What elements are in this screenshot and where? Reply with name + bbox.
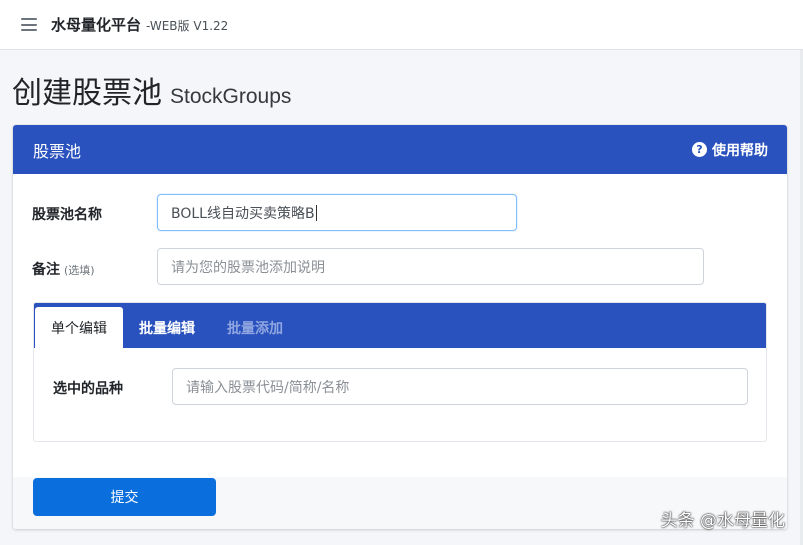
name-input[interactable]: BOLL线自动买卖策略B — [157, 194, 517, 231]
note-optional-hint: (选填) — [64, 264, 95, 277]
help-label: 使用帮助 — [712, 142, 768, 159]
note-input[interactable]: 请为您的股票池添加说明 — [157, 248, 704, 285]
text-caret — [315, 204, 317, 221]
watermark: 头条 @水母量化 — [660, 511, 785, 531]
top-navbar: 水母量化平台 -WEB版 V1.22 — [0, 0, 803, 50]
name-row: 股票池名称 — [32, 204, 102, 224]
tab-batch-add: 批量添加 — [227, 320, 283, 337]
page-title-sub: StockGroups — [170, 85, 292, 108]
stock-search-input[interactable]: 请输入股票代码/简称/名称 — [172, 368, 748, 405]
note-input-placeholder: 请为您的股票池添加说明 — [171, 259, 325, 276]
selected-items-label: 选中的品种 — [53, 381, 123, 397]
question-circle-icon: ? — [692, 142, 707, 157]
brand-version: -WEB版 V1.22 — [146, 19, 229, 33]
edit-tabs-card: 单个编辑 批量编辑 批量添加 选中的品种 请输入股票代码/简称/名称 — [33, 302, 767, 442]
submit-button[interactable]: 提交 — [33, 478, 216, 516]
note-label-text: 备注 — [32, 262, 60, 278]
help-link[interactable]: ? 使用帮助 — [692, 140, 768, 160]
tab-single-edit[interactable]: 单个编辑 — [35, 307, 123, 348]
card-header: 股票池 ? 使用帮助 — [13, 125, 787, 174]
name-input-value: BOLL线自动买卖策略B — [171, 205, 315, 222]
page-title: 创建股票池 StockGroups — [12, 68, 292, 111]
tabs-header: 单个编辑 批量编辑 批量添加 — [34, 303, 766, 348]
note-row: 备注 (选填) — [32, 259, 95, 279]
tab-batch-edit[interactable]: 批量编辑 — [123, 307, 211, 348]
brand-name: 水母量化平台 — [51, 16, 142, 34]
stock-group-card: 股票池 ? 使用帮助 股票池名称 BOLL线自动买卖策略B 备注 (选填) 请为您… — [13, 125, 787, 529]
card-title: 股票池 — [33, 141, 82, 161]
name-label: 股票池名称 — [32, 207, 102, 223]
note-label: 备注 (选填) — [32, 259, 95, 279]
page-title-main: 创建股票池 — [12, 76, 162, 111]
stock-search-placeholder: 请输入股票代码/简称/名称 — [186, 379, 350, 396]
hamburger-menu-icon[interactable] — [21, 18, 37, 31]
